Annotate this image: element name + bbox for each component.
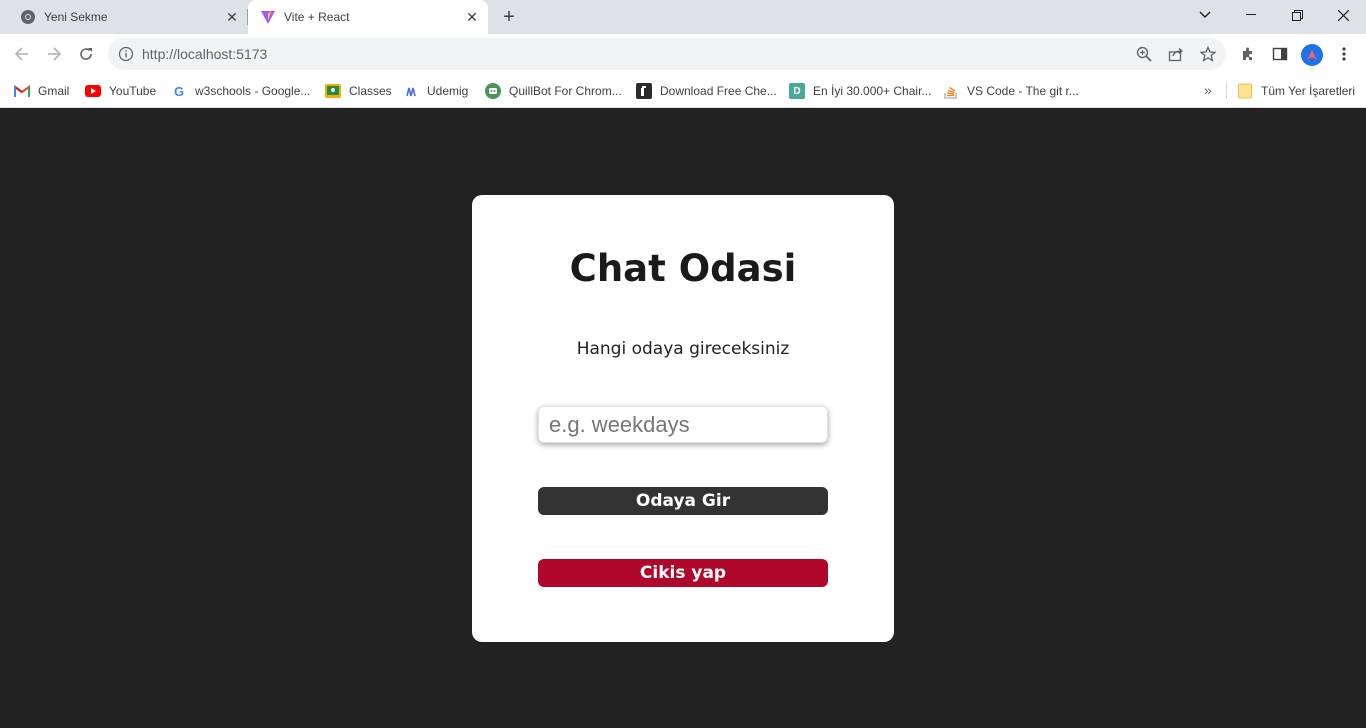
classroom-icon (325, 83, 341, 99)
bookmark-quillbot[interactable]: QuillBot For Chrom... (485, 82, 622, 100)
gmail-icon (14, 83, 30, 99)
bookmarks-bar: Gmail YouTube G w3schools - Google... Cl… (0, 74, 1366, 108)
close-tab-icon[interactable]: ✕ (464, 9, 480, 25)
chrome-icon (20, 9, 36, 25)
room-name-input[interactable] (538, 406, 828, 443)
chat-room-card: Chat Odasi Hangi odaya gireceksiniz Oday… (472, 195, 894, 642)
back-icon[interactable] (8, 40, 36, 68)
google-icon: G (173, 83, 185, 99)
bookmark-label: Gmail (38, 84, 70, 98)
zoom-icon[interactable] (1134, 44, 1154, 64)
share-icon[interactable] (1166, 44, 1186, 64)
folder-icon (1237, 83, 1253, 99)
bookmark-w3schools[interactable]: G w3schools - Google... (171, 82, 310, 100)
vite-icon (260, 9, 276, 25)
minimize-icon[interactable] (1228, 0, 1274, 30)
bookmark-label: YouTube (109, 84, 157, 98)
bookmark-label: QuillBot For Chrom... (509, 84, 622, 98)
bookmark-chair[interactable]: D En İyi 30.000+ Chair... (789, 82, 931, 100)
bookmark-label: Download Free Che... (660, 84, 777, 98)
bookmarks-divider (1226, 83, 1227, 99)
quillbot-icon (485, 83, 501, 99)
page-title: Chat Odasi (569, 247, 797, 290)
bookmark-gmail[interactable]: Gmail (14, 82, 69, 100)
bookmark-label: Classes (349, 84, 392, 98)
chess-icon (636, 83, 652, 99)
stackoverflow-icon (943, 83, 959, 99)
browser-toolbar: http://localhost:5173 (0, 34, 1366, 74)
tab-vite-react[interactable]: Vite + React ✕ (248, 0, 488, 34)
room-prompt-text: Hangi odaya gireceksiniz (576, 339, 790, 359)
bookmark-label: VS Code - The git r... (967, 84, 1079, 98)
udemig-icon (403, 83, 419, 99)
logout-button[interactable]: Cikis yap (538, 559, 828, 587)
bookmark-udemig[interactable]: Udemig (403, 82, 468, 100)
bookmark-label: w3schools - Google... (195, 84, 311, 98)
more-bookmarks-icon[interactable]: » (1204, 82, 1212, 98)
tab-title: Yeni Sekme (44, 10, 108, 24)
bookmark-label: Tüm Yer İşaretleri (1261, 84, 1356, 98)
forward-icon[interactable] (40, 40, 68, 68)
enter-room-button[interactable]: Odaya Gir (538, 487, 828, 515)
bookmark-label: En İyi 30.000+ Chair... (813, 84, 932, 98)
extensions-icon[interactable] (1238, 44, 1258, 64)
tab-new-tab[interactable]: Yeni Sekme ✕ (0, 0, 248, 34)
youtube-icon (85, 83, 101, 99)
site-info-icon[interactable] (118, 46, 134, 62)
bookmark-star-icon[interactable] (1198, 44, 1218, 64)
close-window-icon[interactable] (1320, 0, 1366, 30)
bookmark-label: Udemig (427, 84, 469, 98)
bookmark-all-bookmarks[interactable]: Tüm Yer İşaretleri (1237, 82, 1355, 100)
menu-kebab-icon[interactable] (1334, 44, 1354, 64)
bookmark-youtube[interactable]: YouTube (85, 82, 156, 100)
reload-icon[interactable] (72, 40, 100, 68)
restore-icon[interactable] (1274, 0, 1320, 30)
bookmark-classes[interactable]: Classes (325, 82, 392, 100)
dribbble-icon: D (789, 83, 805, 99)
tab-title: Vite + React (284, 10, 350, 24)
bookmark-chess[interactable]: Download Free Che... (636, 82, 777, 100)
side-panel-icon[interactable] (1270, 44, 1290, 64)
close-tab-icon[interactable]: ✕ (224, 9, 240, 25)
tab-strip: Yeni Sekme ✕ Vite + React ✕ + (0, 0, 1366, 34)
address-bar[interactable]: http://localhost:5173 (108, 38, 1226, 70)
page-viewport: Chat Odasi Hangi odaya gireceksiniz Oday… (0, 109, 1366, 728)
bookmark-vscode[interactable]: VS Code - The git r... (943, 82, 1079, 100)
url-text[interactable]: http://localhost:5173 (142, 46, 267, 62)
tab-search-icon[interactable] (1182, 0, 1228, 30)
new-tab-button[interactable]: + (498, 6, 520, 28)
profile-avatar[interactable] (1301, 44, 1323, 66)
